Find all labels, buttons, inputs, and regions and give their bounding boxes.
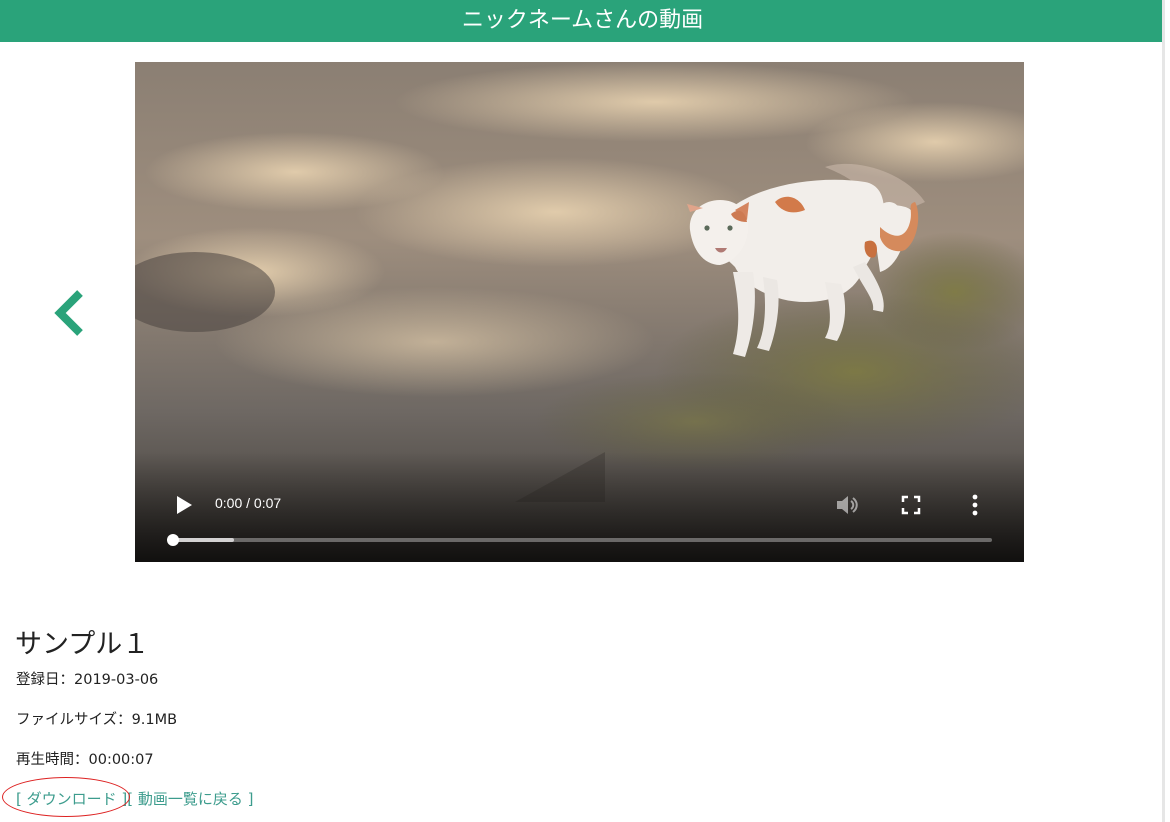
play-icon [177, 496, 192, 514]
fullscreen-button[interactable] [901, 495, 921, 519]
file-size: ファイルサイズ：9.1MB [16, 712, 178, 728]
duration: 再生時間：00:00:07 [16, 752, 154, 768]
more-vert-icon [972, 494, 978, 516]
volume-icon [837, 496, 858, 514]
buffered-range [173, 538, 235, 542]
window-edge [1162, 0, 1165, 822]
page-title: ニックネームさんの動画 [461, 8, 704, 33]
action-links: [ ダウンロード ][ 動画一覧に戻る ] [16, 788, 254, 809]
play-button[interactable] [175, 495, 193, 519]
previous-video-button[interactable] [50, 288, 90, 338]
chevron-left-icon [54, 290, 83, 336]
more-options-button[interactable] [969, 493, 981, 521]
video-player[interactable]: 0:00 / 0:07 [135, 62, 1024, 562]
page-header: ニックネームさんの動画 [0, 0, 1165, 42]
download-link[interactable]: [ ダウンロード ] [16, 790, 127, 808]
time-display: 0:00 / 0:07 [215, 495, 282, 511]
page: ニックネームさんの動画 0:00 / 0:07 サンプル１ 登録日：2019-0… [0, 0, 1170, 822]
fullscreen-icon [901, 495, 921, 515]
progress-bar[interactable] [167, 534, 992, 546]
mute-button[interactable] [835, 493, 861, 521]
video-title: サンプル１ [15, 629, 150, 660]
registered-date: 登録日：2019-03-06 [16, 672, 159, 688]
back-to-list-link[interactable]: [ 動画一覧に戻る ] [127, 790, 253, 808]
progress-thumb[interactable] [167, 534, 179, 546]
